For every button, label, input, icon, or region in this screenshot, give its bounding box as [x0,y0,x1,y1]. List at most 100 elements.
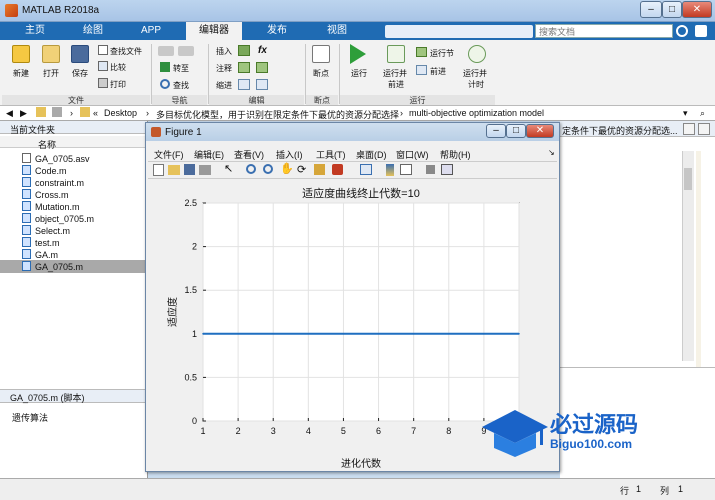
print-figure-icon[interactable] [199,165,211,175]
insert-section-icon[interactable] [238,45,250,56]
open-icon[interactable] [42,45,60,63]
zoom-out-icon[interactable] [263,164,273,174]
legend-icon[interactable] [400,164,412,175]
tab-apps[interactable]: APP [128,22,174,40]
run-advance-icon[interactable] [387,45,405,63]
tab-editor[interactable]: 编辑器 [186,22,242,40]
back-nav-icon[interactable] [158,46,174,56]
list-item[interactable]: object_0705.m [22,213,94,225]
notification-icon[interactable] [695,25,707,37]
maximize-button[interactable]: □ [662,1,682,18]
find-button[interactable]: 查找 [173,80,189,91]
run-icon[interactable] [350,44,366,64]
new-figure-icon[interactable] [153,164,164,176]
menu-window[interactable]: 窗口(W) [396,148,429,161]
new-button-label[interactable]: 新建 [13,68,29,79]
brush-icon[interactable] [332,164,343,175]
list-item[interactable]: Cross.m [22,189,69,201]
save-button-label[interactable]: 保存 [72,68,88,79]
figure-minimize-button[interactable]: – [486,124,506,138]
menu-dock-icon[interactable]: ↘ [548,148,555,157]
column-header[interactable] [0,136,147,148]
list-item[interactable]: test.m [22,237,60,249]
editor-min-icon[interactable] [683,123,695,135]
list-item-selected[interactable]: GA_0705.m [22,261,83,273]
hide-plot-tools-icon[interactable] [426,165,435,174]
scrollbar-thumb[interactable] [684,168,692,190]
fx-button[interactable]: fx [258,45,267,56]
new-icon[interactable] [12,45,30,63]
comment-button[interactable]: 注释 [216,63,232,74]
figure-close-button[interactable]: ✕ [526,124,554,138]
comment-icon[interactable] [238,62,250,73]
menu-edit[interactable]: 编辑(E) [194,148,224,161]
list-item[interactable]: GA_0705.asv [22,153,90,165]
menu-help[interactable]: 帮助(H) [440,148,471,161]
tab-plots[interactable]: 绘图 [70,22,116,40]
breakpoints-icon[interactable] [312,45,330,63]
run-advance-label-1[interactable]: 运行并 [383,68,407,79]
link-plot-icon[interactable] [360,164,372,175]
data-cursor-icon[interactable] [314,164,325,175]
tab-view[interactable]: 视图 [312,22,362,40]
editor-close-icon[interactable] [698,123,710,135]
search-icon[interactable] [676,25,688,37]
browse-icon[interactable] [52,107,62,117]
menu-tools[interactable]: 工具(T) [316,148,346,161]
run-section-button[interactable]: 运行节 [430,48,454,59]
run-and-time-icon[interactable] [468,45,486,63]
list-item[interactable]: Code.m [22,165,67,177]
pointer-icon[interactable]: ↖ [224,162,233,175]
run-button[interactable]: 运行 [351,68,367,79]
folder-up-icon[interactable] [36,107,46,117]
forward-nav-icon[interactable] [178,46,194,56]
search-input[interactable]: 搜索文档 [535,24,673,38]
advance-button[interactable]: 前进 [430,66,446,77]
goto-button[interactable]: 转至 [173,63,189,74]
run-and-time-label-1[interactable]: 运行并 [463,68,487,79]
path-subfolder[interactable]: multi-objective optimization model [409,108,544,118]
run-advance-label-2[interactable]: 前进 [388,79,404,90]
back-icon[interactable]: ◀ [6,108,13,119]
path-desktop[interactable]: Desktop [104,108,137,118]
close-button[interactable]: ✕ [682,1,712,18]
print-button[interactable]: 打印 [110,79,126,90]
save-figure-icon[interactable] [184,164,195,175]
forward-icon[interactable]: ▶ [20,108,27,119]
search-folder-icon[interactable]: ⌕ [700,108,705,119]
compare-button[interactable]: 比较 [110,62,126,73]
open-button-label[interactable]: 打开 [43,68,59,79]
pan-icon[interactable]: ✋ [280,162,294,175]
menu-view[interactable]: 查看(V) [234,148,264,161]
menu-file[interactable]: 文件(F) [154,148,184,161]
run-and-time-label-2[interactable]: 计时 [468,79,484,90]
list-item[interactable]: Mutation.m [22,201,80,213]
path-folder[interactable]: 多目标优化模型，用于识别在限定条件下最优的资源分配选择 [156,108,399,121]
breakpoints-button[interactable]: 断点 [313,68,329,79]
show-plot-tools-icon[interactable] [441,164,453,175]
indent-icon[interactable] [238,79,250,90]
indent-more-icon[interactable] [256,79,268,90]
tab-publish[interactable]: 发布 [252,22,302,40]
tab-home[interactable]: 主页 [12,22,58,40]
run-section-icon[interactable] [416,47,427,57]
name-column-header[interactable]: 名称 [38,138,56,151]
uncomment-icon[interactable] [256,62,268,73]
indent-button[interactable]: 缩进 [216,80,232,91]
path-dropdown-icon[interactable]: ▾ [683,108,688,119]
zoom-in-icon[interactable] [246,164,256,174]
menu-desktop[interactable]: 桌面(D) [356,148,387,161]
list-item[interactable]: constraint.m [22,177,84,189]
open-file-icon[interactable] [168,165,180,175]
colorbar-icon[interactable] [386,164,394,176]
rotate-icon[interactable]: ⟳ [297,163,306,176]
find-files-button[interactable]: 查找文件 [110,46,142,57]
insert-button[interactable]: 插入 [216,46,232,57]
address-bar[interactable]: ◀ ▶ › « Desktop › 多目标优化模型，用于识别在限定条件下最优的资… [0,106,715,121]
minimize-button[interactable]: – [640,1,662,18]
advance-icon[interactable] [416,65,427,75]
list-item[interactable]: Select.m [22,225,70,237]
figure-maximize-button[interactable]: □ [506,124,526,138]
save-icon[interactable] [71,45,89,63]
menu-insert[interactable]: 插入(I) [276,148,303,161]
